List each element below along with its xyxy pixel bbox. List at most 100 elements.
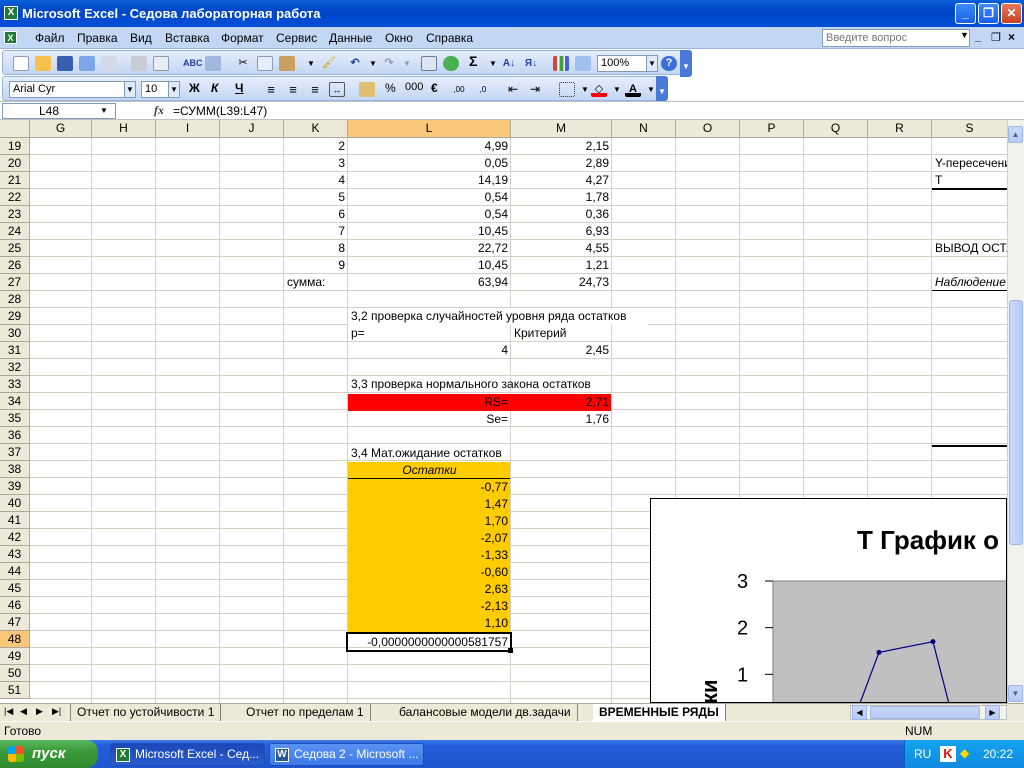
prev-sheet-icon[interactable]: ◀ xyxy=(20,706,27,717)
cell-l43[interactable]: -1,33 xyxy=(348,547,511,564)
cell-l35[interactable]: Se= xyxy=(348,411,511,428)
language-indicator[interactable]: RU xyxy=(914,747,931,761)
residuals-chart[interactable]: Т График о ки 3 2 1 xyxy=(650,498,1007,703)
row-header-28[interactable]: 28 xyxy=(0,291,30,308)
scroll-down-icon[interactable]: ▼ xyxy=(1008,685,1023,702)
web-icon[interactable] xyxy=(443,56,459,71)
row-header-30[interactable]: 30 xyxy=(0,325,30,342)
row-header-51[interactable]: 51 xyxy=(0,682,30,699)
menu-help[interactable]: Справка xyxy=(426,31,473,45)
doc-minimize-icon[interactable]: _ xyxy=(975,31,981,43)
font-size-dropdown-icon[interactable]: ▼ xyxy=(168,81,180,98)
cell-k24[interactable]: 7 xyxy=(284,223,348,240)
cell-k26[interactable]: 9 xyxy=(284,257,348,274)
research-icon[interactable] xyxy=(205,56,221,71)
cell-k21[interactable]: 4 xyxy=(284,172,348,189)
euro-button[interactable]: € xyxy=(431,81,438,95)
cell-m31[interactable]: 2,45 xyxy=(511,342,612,359)
row-header-42[interactable]: 42 xyxy=(0,529,30,546)
decrease-indent-icon[interactable]: ⇤ xyxy=(505,82,521,97)
col-header-p[interactable]: P xyxy=(740,120,804,138)
menu-file[interactable]: Файл xyxy=(35,31,65,45)
format-painter-icon[interactable]: 🖌 xyxy=(321,56,337,71)
row-header-43[interactable]: 43 xyxy=(0,546,30,563)
increase-indent-icon[interactable]: ⇥ xyxy=(527,82,543,97)
cell-l24[interactable]: 10,45 xyxy=(348,223,511,240)
cell-m35[interactable]: 1,76 xyxy=(511,411,612,428)
row-header-34[interactable]: 34 xyxy=(0,393,30,410)
help-icon[interactable]: ? xyxy=(661,56,677,71)
menu-format[interactable]: Формат xyxy=(221,31,264,45)
row-header-44[interactable]: 44 xyxy=(0,563,30,580)
cell-l48[interactable]: -0,0000000000000581757 xyxy=(348,634,511,651)
workbook-icon[interactable]: X xyxy=(4,31,17,44)
col-header-n[interactable]: N xyxy=(612,120,676,138)
row-header-22[interactable]: 22 xyxy=(0,189,30,206)
col-header-j[interactable]: J xyxy=(220,120,284,138)
cell-k22[interactable]: 5 xyxy=(284,189,348,206)
row-header-49[interactable]: 49 xyxy=(0,648,30,665)
menu-window[interactable]: Окно xyxy=(385,31,413,45)
row-header-19[interactable]: 19 xyxy=(0,138,30,155)
last-sheet-icon[interactable]: ▶| xyxy=(52,706,61,717)
menu-edit[interactable]: Правка xyxy=(77,31,118,45)
row-header-48[interactable]: 48 xyxy=(0,631,30,648)
col-header-k[interactable]: K xyxy=(284,120,348,138)
cell-l42[interactable]: -2,07 xyxy=(348,530,511,547)
menu-view[interactable]: Вид xyxy=(130,31,152,45)
cell-k19[interactable]: 2 xyxy=(284,138,348,155)
close-button[interactable]: ✕ xyxy=(1001,3,1022,24)
currency-icon[interactable] xyxy=(359,82,375,97)
row-header-31[interactable]: 31 xyxy=(0,342,30,359)
cell-l46[interactable]: -2,13 xyxy=(348,598,511,615)
email-icon[interactable] xyxy=(101,56,117,71)
name-box-dropdown-icon[interactable]: ▼ xyxy=(100,106,108,115)
insert-function-icon[interactable]: fx xyxy=(154,103,164,118)
col-header-h[interactable]: H xyxy=(92,120,156,138)
cell-l29[interactable]: 3,2 проверка случайностей уровня ряда ос… xyxy=(348,308,648,325)
col-header-i[interactable]: I xyxy=(156,120,220,138)
row-header-20[interactable]: 20 xyxy=(0,155,30,172)
cell-l20[interactable]: 0,05 xyxy=(348,155,511,172)
row-header-25[interactable]: 25 xyxy=(0,240,30,257)
sort-desc-icon[interactable]: Я↓ xyxy=(523,56,539,71)
horizontal-scroll-thumb[interactable] xyxy=(870,706,980,719)
cell-k20[interactable]: 3 xyxy=(284,155,348,172)
chart-wizard-icon[interactable] xyxy=(553,56,569,71)
font-size-combo[interactable]: 10 xyxy=(141,81,169,98)
align-left-icon[interactable]: ≡ xyxy=(263,82,279,97)
name-box[interactable]: L48 xyxy=(2,103,116,119)
row-header-47[interactable]: 47 xyxy=(0,614,30,631)
cell-l19[interactable]: 4,99 xyxy=(348,138,511,155)
cell-m23[interactable]: 0,36 xyxy=(511,206,612,223)
cell-m27[interactable]: 24,73 xyxy=(511,274,612,291)
redo-dropdown-icon[interactable]: ▼ xyxy=(399,56,415,71)
cell-l22[interactable]: 0,54 xyxy=(348,189,511,206)
format-toolbar-options-icon[interactable]: ▼ xyxy=(656,76,668,101)
increase-decimal-icon[interactable]: ,00 xyxy=(451,82,467,97)
cell-l27[interactable]: 63,94 xyxy=(348,274,511,291)
paste-icon[interactable] xyxy=(279,56,295,71)
row-header-32[interactable]: 32 xyxy=(0,359,30,376)
row-header-41[interactable]: 41 xyxy=(0,512,30,529)
cell-m21[interactable]: 4,27 xyxy=(511,172,612,189)
cell-k27[interactable]: сумма: xyxy=(284,274,348,291)
cell-m22[interactable]: 1,78 xyxy=(511,189,612,206)
align-center-icon[interactable]: ≡ xyxy=(285,82,301,97)
row-header-39[interactable]: 39 xyxy=(0,478,30,495)
restore-button[interactable]: ❐ xyxy=(978,3,999,24)
zoom-dropdown-icon[interactable]: ▼ xyxy=(646,55,658,72)
ask-dropdown-icon[interactable]: ▼ xyxy=(960,30,969,40)
sort-asc-icon[interactable]: A↓ xyxy=(501,56,517,71)
toolbar-options-icon[interactable]: ▼ xyxy=(680,50,692,77)
sound-tray-icon[interactable]: ◆ xyxy=(960,746,974,762)
col-header-s[interactable]: S xyxy=(932,120,1007,138)
row-header-29[interactable]: 29 xyxy=(0,308,30,325)
minimize-button[interactable]: _ xyxy=(955,3,976,24)
merge-center-icon[interactable]: ↔ xyxy=(329,82,345,97)
doc-restore-icon[interactable]: ❐ xyxy=(991,31,1001,44)
row-header-37[interactable]: 37 xyxy=(0,444,30,461)
cell-l40[interactable]: 1,47 xyxy=(348,496,511,513)
row-header-36[interactable]: 36 xyxy=(0,427,30,444)
scroll-left-icon[interactable]: ◀ xyxy=(852,705,867,720)
